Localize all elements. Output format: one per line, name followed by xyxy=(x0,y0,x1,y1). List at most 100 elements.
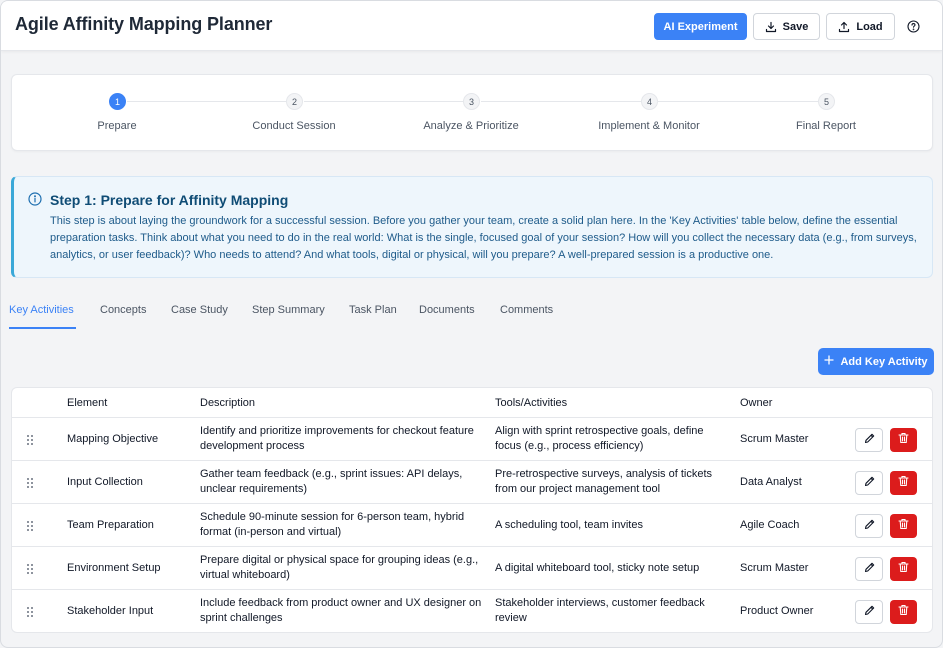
table-row: Input Collection Gather team feedback (e… xyxy=(12,461,932,504)
edit-button[interactable] xyxy=(855,428,883,452)
step-number: 2 xyxy=(286,93,303,110)
info-text: This step is about laying the groundwork… xyxy=(50,215,917,261)
cell-owner: Data Analyst xyxy=(740,476,802,488)
cell-element: Input Collection xyxy=(67,476,143,488)
delete-button[interactable] xyxy=(890,514,917,538)
save-label: Save xyxy=(782,20,809,33)
step-number: 1 xyxy=(109,93,126,110)
save-button[interactable]: Save xyxy=(753,13,820,40)
delete-button[interactable] xyxy=(890,428,917,452)
table-row: Mapping Objective Identify and prioritiz… xyxy=(12,418,932,461)
cell-owner: Agile Coach xyxy=(740,519,800,531)
step-number: 4 xyxy=(641,93,658,110)
cell-tools: Pre-retrospective surveys, analysis of t… xyxy=(495,468,713,495)
cell-tools: A digital whiteboard tool, sticky note s… xyxy=(495,562,700,574)
help-button[interactable] xyxy=(903,13,924,40)
trash-icon xyxy=(898,431,909,449)
step-prepare[interactable]: 1 Prepare xyxy=(37,75,197,152)
step-number: 3 xyxy=(463,93,480,110)
info-title: Step 1: Prepare for Affinity Mapping xyxy=(50,192,289,208)
table-row: Environment Setup Prepare digital or phy… xyxy=(12,547,932,590)
step-implement-monitor[interactable]: 4 Implement & Monitor xyxy=(569,75,729,152)
drag-handle-icon[interactable] xyxy=(26,476,34,494)
delete-button[interactable] xyxy=(890,557,917,581)
cell-owner: Scrum Master xyxy=(740,433,809,445)
stepper: 1 Prepare 2 Conduct Session 3 Analyze & … xyxy=(11,74,933,151)
edit-button[interactable] xyxy=(855,514,883,538)
step-final-report[interactable]: 5 Final Report xyxy=(746,75,906,152)
cell-element: Mapping Objective xyxy=(67,433,159,445)
edit-button[interactable] xyxy=(855,600,883,624)
help-circle-icon xyxy=(907,20,920,33)
app-title: Agile Affinity Mapping Planner xyxy=(15,14,273,34)
tab-case-study[interactable]: Case Study xyxy=(171,304,228,329)
step-label: Prepare xyxy=(97,120,137,132)
drag-handle-icon[interactable] xyxy=(26,605,34,623)
edit-button[interactable] xyxy=(855,471,883,495)
column-header-element: Element xyxy=(67,397,108,409)
info-icon xyxy=(28,192,42,211)
cell-element: Stakeholder Input xyxy=(67,605,154,617)
add-key-activity-label: Add Key Activity xyxy=(840,355,928,368)
trash-icon xyxy=(898,560,909,578)
table-row: Stakeholder Input Include feedback from … xyxy=(12,590,932,632)
cell-tools: Align with sprint retrospective goals, d… xyxy=(495,425,704,452)
step-analyze-prioritize[interactable]: 3 Analyze & Prioritize xyxy=(391,75,551,152)
step-label: Analyze & Prioritize xyxy=(423,120,519,132)
edit-button[interactable] xyxy=(855,557,883,581)
cell-description: Prepare digital or physical space for gr… xyxy=(200,554,479,581)
load-button[interactable]: Load xyxy=(826,13,895,40)
pencil-icon xyxy=(864,603,875,621)
trash-icon xyxy=(898,474,909,492)
table-row: Team Preparation Schedule 90-minute sess… xyxy=(12,504,932,547)
column-header-description: Description xyxy=(200,397,256,409)
app-header: Agile Affinity Mapping Planner AI Experi… xyxy=(1,1,942,51)
ai-experiment-button[interactable]: AI Experiment xyxy=(654,13,747,40)
tab-concepts[interactable]: Concepts xyxy=(100,304,146,329)
download-icon xyxy=(765,21,777,33)
step-info-panel: Step 1: Prepare for Affinity Mapping Thi… xyxy=(11,176,933,278)
table-header: Element Description Tools/Activities Own… xyxy=(12,388,932,418)
pencil-icon xyxy=(864,560,875,578)
cell-description: Include feedback from product owner and … xyxy=(200,597,482,624)
key-activities-table: Element Description Tools/Activities Own… xyxy=(11,387,933,633)
load-label: Load xyxy=(856,20,883,33)
drag-handle-icon[interactable] xyxy=(26,519,34,537)
column-header-tools: Tools/Activities xyxy=(495,397,568,409)
column-header-owner: Owner xyxy=(740,397,773,409)
app-window: Agile Affinity Mapping Planner AI Experi… xyxy=(0,0,943,648)
tab-documents[interactable]: Documents xyxy=(419,304,475,329)
cell-tools: A scheduling tool, team invites xyxy=(495,519,643,531)
step-number: 5 xyxy=(818,93,835,110)
tab-key-activities[interactable]: Key Activities xyxy=(9,304,76,329)
cell-element: Environment Setup xyxy=(67,562,161,574)
cell-description: Schedule 90-minute session for 6-person … xyxy=(200,511,465,538)
step-label: Conduct Session xyxy=(252,120,336,132)
pencil-icon xyxy=(864,517,875,535)
cell-description: Identify and prioritize improvements for… xyxy=(200,425,474,452)
drag-handle-icon[interactable] xyxy=(26,433,34,451)
cell-element: Team Preparation xyxy=(67,519,154,531)
step-label: Implement & Monitor xyxy=(598,120,700,132)
trash-icon xyxy=(898,603,909,621)
pencil-icon xyxy=(864,474,875,492)
tab-comments[interactable]: Comments xyxy=(500,304,553,329)
trash-icon xyxy=(898,517,909,535)
cell-description: Gather team feedback (e.g., sprint issue… xyxy=(200,468,463,495)
delete-button[interactable] xyxy=(890,471,917,495)
tab-step-summary[interactable]: Step Summary xyxy=(252,304,325,329)
cell-owner: Product Owner xyxy=(740,605,814,617)
step-conduct-session[interactable]: 2 Conduct Session xyxy=(214,75,374,152)
step-label: Final Report xyxy=(796,120,856,132)
delete-button[interactable] xyxy=(890,600,917,624)
add-key-activity-button[interactable]: Add Key Activity xyxy=(818,348,934,375)
drag-handle-icon[interactable] xyxy=(26,562,34,580)
tab-bar: Key Activities Concepts Case Study Step … xyxy=(1,304,942,329)
cell-owner: Scrum Master xyxy=(740,562,809,574)
tab-task-plan[interactable]: Task Plan xyxy=(349,304,397,329)
pencil-icon xyxy=(864,431,875,449)
ai-experiment-label: AI Experiment xyxy=(663,20,738,33)
plus-icon xyxy=(824,355,835,368)
cell-tools: Stakeholder interviews, customer feedbac… xyxy=(495,597,705,624)
upload-icon xyxy=(838,21,850,33)
